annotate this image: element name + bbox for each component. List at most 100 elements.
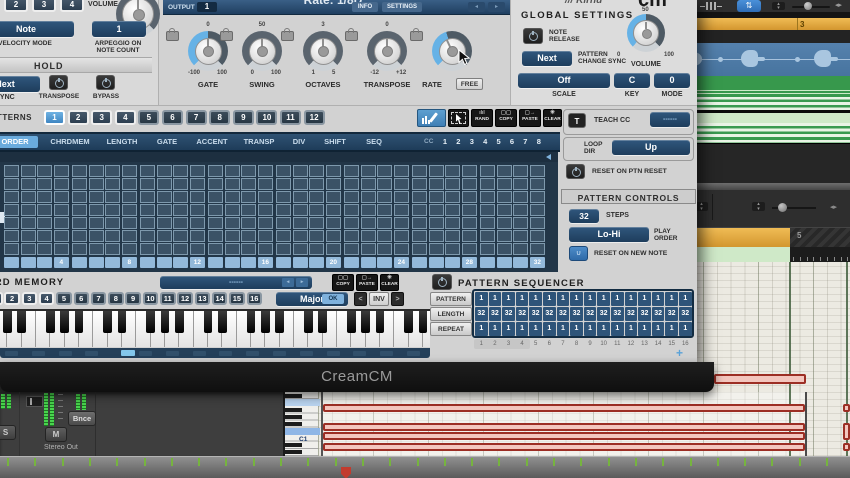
midi-region-light[interactable] — [690, 113, 850, 123]
knob-transpose[interactable] — [367, 31, 407, 71]
grid-cell[interactable] — [257, 217, 274, 229]
pattern-select-button-3[interactable]: 3 — [91, 110, 113, 125]
grid-cell[interactable] — [88, 217, 104, 229]
midi-note[interactable] — [323, 432, 805, 440]
pattern-select-button-11[interactable]: 11 — [280, 110, 301, 125]
black-key[interactable] — [160, 311, 170, 333]
grid-cell[interactable] — [276, 178, 292, 190]
plugin-titlebar[interactable]: CreamCM — [0, 362, 714, 392]
grid-cell[interactable] — [88, 165, 104, 177]
black-key[interactable] — [3, 311, 12, 333]
grid-cell[interactable] — [257, 178, 274, 190]
grid-cell[interactable] — [445, 191, 461, 203]
grid-step-number[interactable] — [140, 257, 156, 268]
range-segment[interactable] — [219, 350, 233, 356]
grid-cell[interactable] — [241, 165, 257, 177]
black-key[interactable] — [303, 311, 313, 333]
grid-cell[interactable] — [173, 191, 189, 203]
grid-cell[interactable] — [224, 217, 240, 229]
chord-slot-8[interactable]: 8 — [108, 292, 124, 305]
grid-step-number[interactable]: 4 — [53, 257, 70, 268]
midi-note[interactable] — [714, 374, 806, 384]
black-key[interactable] — [117, 311, 127, 333]
catch-playhead-button[interactable]: ⇅ — [737, 0, 761, 12]
inv-prev-button[interactable]: < — [354, 292, 367, 306]
grid-cell[interactable] — [309, 217, 325, 229]
grid-cell[interactable] — [496, 243, 512, 255]
mute-button[interactable]: M — [45, 427, 67, 442]
black-key[interactable] — [318, 311, 327, 333]
grid-cell[interactable] — [276, 217, 292, 229]
cc-number-8[interactable]: 8 — [533, 137, 545, 146]
grid-step-number[interactable] — [156, 257, 172, 268]
grid-cell[interactable] — [105, 204, 121, 216]
grid-cell[interactable] — [121, 243, 138, 255]
grid-step-number[interactable] — [20, 257, 36, 268]
grid-cell[interactable] — [276, 191, 292, 203]
black-key[interactable] — [17, 311, 26, 333]
flex-tool-icon[interactable] — [700, 2, 722, 10]
grid-cell[interactable] — [513, 243, 529, 255]
black-key-stub[interactable] — [285, 414, 302, 419]
cc-number-5[interactable]: 5 — [493, 137, 505, 146]
range-segment[interactable] — [273, 350, 286, 356]
grid-cell[interactable] — [156, 165, 172, 177]
range-segment[interactable] — [31, 350, 45, 356]
grid-step-number[interactable] — [480, 257, 496, 268]
knob-lock-icon[interactable] — [166, 28, 179, 41]
grid-cell[interactable] — [496, 191, 512, 203]
grid-cell[interactable] — [257, 243, 274, 255]
grid-cell[interactable] — [393, 165, 410, 177]
grid-step-number[interactable] — [88, 257, 104, 268]
grid-cell[interactable] — [360, 178, 376, 190]
chord-clear-button[interactable]: ✳ CLEAR — [380, 274, 399, 291]
grid-step-number[interactable] — [276, 257, 292, 268]
grid-cell[interactable] — [156, 204, 172, 216]
grid-cell[interactable] — [309, 243, 325, 255]
grid-cell[interactable] — [140, 191, 156, 203]
cc-number-7[interactable]: 7 — [519, 137, 531, 146]
grid-cell[interactable] — [292, 165, 308, 177]
chord-slot-15[interactable]: 15 — [229, 292, 245, 305]
grid-cell[interactable] — [529, 204, 546, 216]
pattern-select-button-2[interactable]: 2 — [67, 110, 89, 125]
grid-cell[interactable] — [53, 191, 70, 203]
bounce-button[interactable]: Bnce — [68, 411, 96, 426]
range-segment[interactable] — [192, 350, 206, 356]
grid-cell[interactable] — [513, 191, 529, 203]
black-key-stub[interactable] — [285, 421, 302, 426]
grid-cell[interactable] — [480, 178, 496, 190]
grid-cell[interactable] — [53, 204, 70, 216]
grid-cell[interactable] — [4, 178, 20, 190]
midi-region-solid[interactable] — [690, 76, 850, 97]
grid-cell[interactable] — [72, 230, 88, 242]
grid-cell[interactable] — [292, 204, 308, 216]
chord-preset-select[interactable]: ------ ◂ ▸ — [160, 276, 312, 289]
knob-lock-icon[interactable] — [281, 28, 294, 41]
grid-cell[interactable] — [529, 217, 546, 229]
grid-cell[interactable] — [292, 191, 308, 203]
grid-cell[interactable] — [208, 178, 224, 190]
grid-step-number[interactable]: 20 — [325, 257, 342, 268]
grid-cell[interactable] — [428, 230, 444, 242]
black-key[interactable] — [404, 311, 413, 333]
midi-region-notes-2[interactable] — [690, 123, 850, 143]
chord-slot-5[interactable]: 5 — [56, 292, 72, 305]
black-key[interactable] — [46, 311, 55, 333]
grid-cell[interactable] — [325, 204, 342, 216]
grid-cell[interactable] — [325, 165, 342, 177]
grid-step-number[interactable]: 28 — [461, 257, 478, 268]
tab-seq[interactable]: SEQ — [358, 136, 390, 148]
tab-length[interactable]: LENGTH — [100, 136, 144, 148]
mini-fader[interactable] — [26, 396, 43, 407]
grid-cell[interactable] — [480, 230, 496, 242]
grid-step-number[interactable] — [309, 257, 325, 268]
grid-cell[interactable] — [20, 191, 36, 203]
grid-cell[interactable] — [72, 243, 88, 255]
grid-cell[interactable] — [121, 165, 138, 177]
grid-cell[interactable] — [241, 230, 257, 242]
tab-gate[interactable]: GATE — [148, 136, 186, 148]
grid-cell[interactable] — [156, 243, 172, 255]
grid-cell[interactable] — [72, 191, 88, 203]
grid-cell[interactable] — [208, 230, 224, 242]
